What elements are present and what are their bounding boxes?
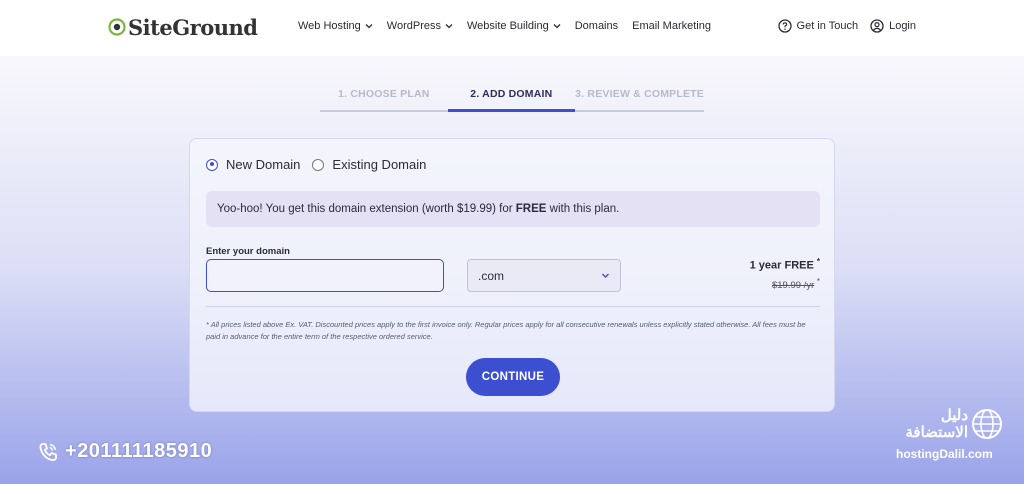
price-free-label: 1 year FREE	[749, 259, 814, 272]
nav-email-marketing[interactable]: Email Marketing	[632, 20, 711, 32]
existing-domain-label: Existing Domain	[332, 157, 427, 172]
phone-overlay: +201111185910	[37, 440, 212, 463]
nav-label: Email Marketing	[632, 20, 711, 32]
phone-icon	[39, 442, 57, 461]
price-asterisk: *	[816, 276, 820, 286]
new-domain-radio[interactable]: New Domain	[206, 157, 300, 172]
radio-unchecked-icon[interactable]	[312, 158, 325, 171]
nav-label: Domains	[574, 20, 619, 32]
price-old-label: $19.99 /yr	[771, 279, 815, 291]
nav-wordpress[interactable]: WordPress	[387, 20, 453, 32]
login-label: Login	[889, 20, 916, 32]
tld-selected-value: .com	[478, 268, 505, 283]
phone-number: +201111185910	[65, 440, 213, 462]
domain-card: New Domain Existing Domain Yoo-hoo! You …	[189, 138, 835, 412]
site-header: SiteGround Web Hosting WordPress Website…	[0, 0, 1024, 56]
help-circle-icon	[777, 19, 792, 33]
domain-price: 1 year FREE * $19.99 /yr *	[750, 257, 820, 291]
radio-checked-icon[interactable]	[206, 158, 218, 171]
step-review-complete: 3. REVIEW & COMPLETE	[575, 86, 705, 112]
logo-text: SiteGround	[128, 14, 258, 40]
get-in-touch-label: Get in Touch	[796, 20, 859, 32]
user-circle-icon	[870, 19, 884, 33]
price-regular: $19.99 /yr *	[750, 277, 820, 291]
header-actions: Get in Touch Login	[777, 19, 916, 33]
domain-input[interactable]	[206, 259, 444, 292]
promo-suffix: with this plan.	[546, 203, 620, 215]
chevron-down-icon	[553, 24, 561, 29]
nav-label: Website Building	[466, 20, 549, 32]
step-choose-plan[interactable]: 1. CHOOSE PLAN	[320, 86, 448, 112]
new-domain-label: New Domain	[226, 157, 301, 172]
nav-domains[interactable]: Domains	[575, 20, 618, 32]
tld-select[interactable]: .com	[467, 259, 621, 292]
siteground-logo[interactable]: SiteGround	[108, 14, 258, 40]
existing-domain-radio[interactable]: Existing Domain	[312, 157, 426, 172]
price-free: 1 year FREE *	[750, 257, 820, 272]
step-add-domain[interactable]: 2. ADD DOMAIN	[447, 86, 576, 112]
chevron-down-icon	[365, 24, 373, 29]
nav-web-hosting[interactable]: Web Hosting	[298, 20, 373, 32]
siteground-logo-icon	[108, 18, 126, 36]
promo-prefix: Yoo-hoo! You get this domain extension (…	[217, 203, 516, 215]
watermark-arabic: دليل الاستضافة	[896, 407, 968, 441]
watermark-arabic-top: دليل	[940, 407, 968, 424]
promo-banner: Yoo-hoo! You get this domain extension (…	[206, 191, 820, 227]
divider	[206, 306, 820, 307]
chevron-down-icon	[445, 24, 453, 29]
checkout-steps: 1. CHOOSE PLAN 2. ADD DOMAIN 3. REVIEW &…	[320, 86, 705, 112]
nav-label: Web Hosting	[298, 20, 361, 32]
nav-label: WordPress	[386, 20, 441, 32]
domain-type-options: New Domain Existing Domain	[206, 157, 426, 172]
main-nav: Web Hosting WordPress Website Building D…	[298, 20, 711, 32]
domain-field-label: Enter your domain	[206, 246, 290, 257]
chevron-down-icon	[602, 273, 609, 278]
watermark-arabic-bottom: الاستضافة	[905, 424, 968, 441]
hostingdalil-watermark: دليل الاستضافة hostingDalil.com	[896, 405, 1008, 465]
price-disclaimer: * All prices listed above Ex. VAT. Disco…	[206, 320, 806, 341]
continue-button[interactable]: CONTINUE	[466, 358, 560, 396]
globe-icon	[972, 409, 1002, 439]
price-asterisk: *	[816, 257, 820, 266]
promo-text: Yoo-hoo! You get this domain extension (…	[217, 203, 619, 215]
login-link[interactable]: Login	[870, 19, 916, 33]
promo-free: FREE	[515, 203, 547, 215]
get-in-touch-link[interactable]: Get in Touch	[777, 19, 859, 33]
nav-website-building[interactable]: Website Building	[467, 20, 561, 32]
watermark-url: hostingDalil.com	[896, 447, 993, 461]
